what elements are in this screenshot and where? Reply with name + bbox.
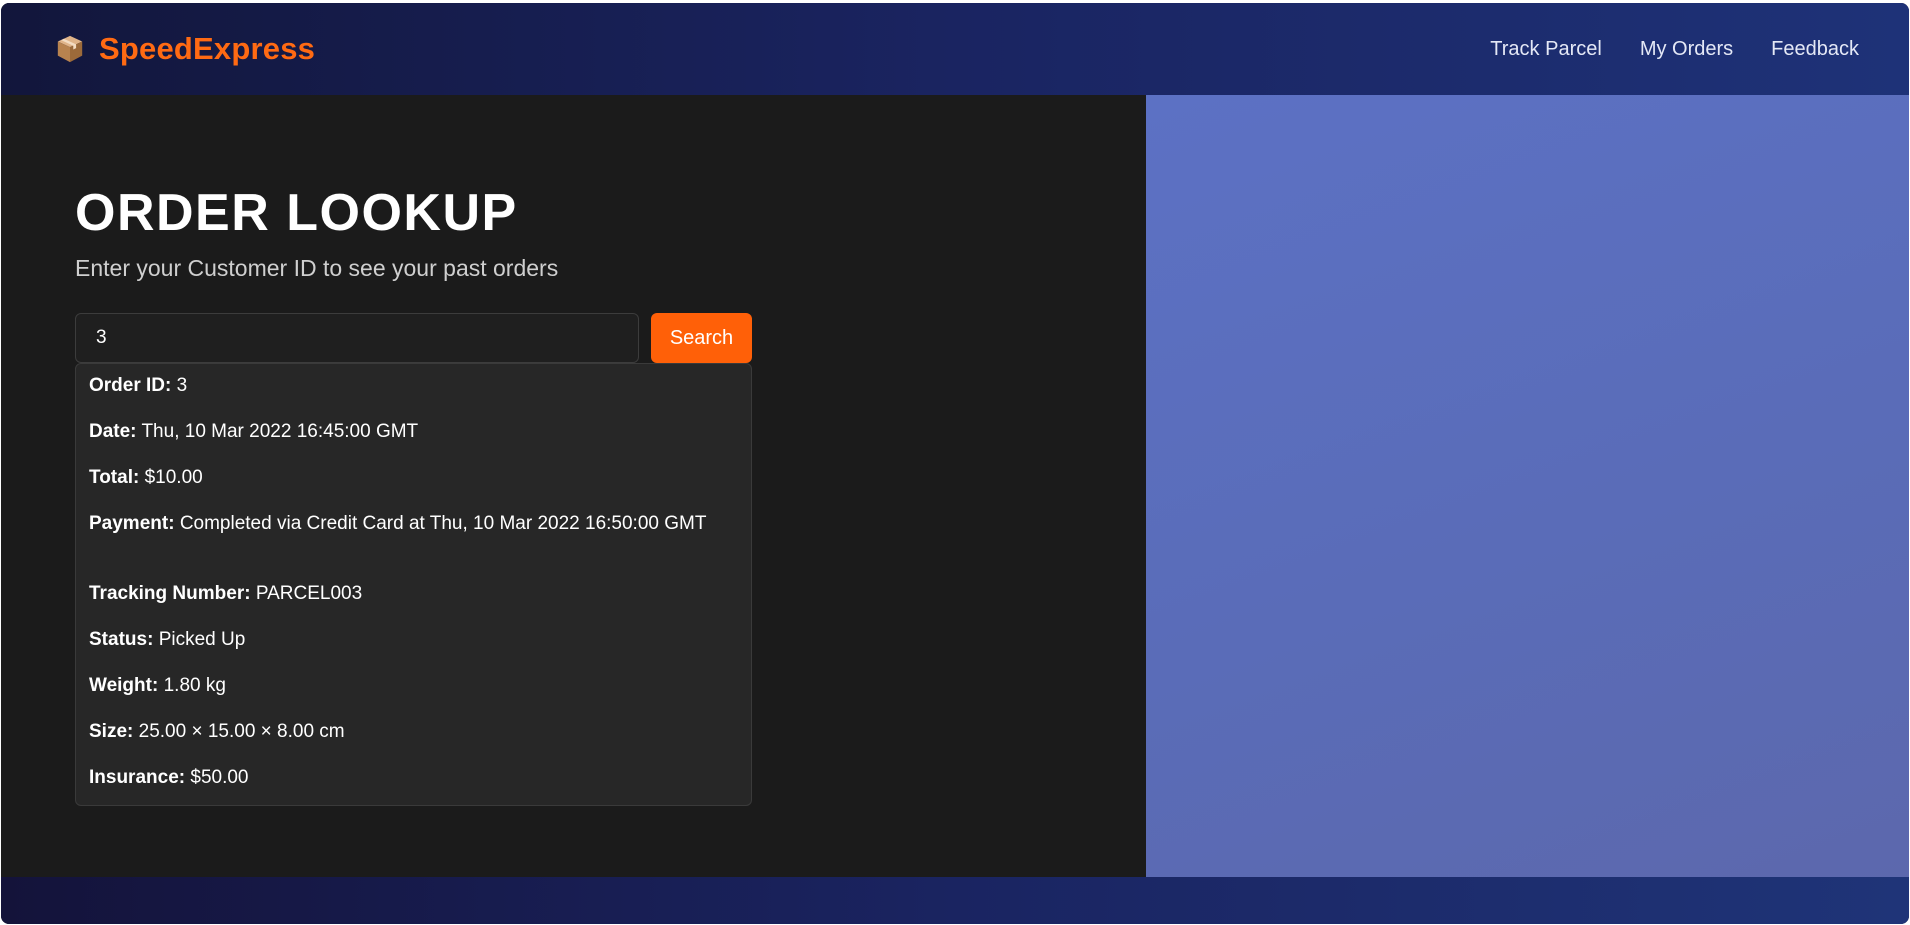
field-value: PARCEL003 bbox=[255, 583, 363, 604]
nav-track-parcel[interactable]: Track Parcel bbox=[1490, 38, 1602, 61]
order-payment-row: Payment: Completed via Credit Card at Th… bbox=[89, 512, 738, 558]
site-footer bbox=[1, 877, 1909, 924]
site-header: SpeedExpress Track Parcel My Orders Feed… bbox=[1, 3, 1909, 95]
nav-my-orders[interactable]: My Orders bbox=[1640, 38, 1733, 61]
field-label: Size: bbox=[89, 721, 134, 742]
field-label: Status: bbox=[89, 629, 154, 650]
field-value: $10.00 bbox=[144, 467, 203, 488]
package-icon bbox=[57, 35, 83, 63]
size-row: Size: 25.00 × 15.00 × 8.00 cm bbox=[89, 720, 738, 766]
lookup-panel: ORDER LOOKUP Enter your Customer ID to s… bbox=[1, 95, 1146, 877]
field-value: Completed via Credit Card at Thu, 10 Mar… bbox=[179, 513, 707, 534]
field-label: Order ID: bbox=[89, 375, 172, 396]
field-label: Total: bbox=[89, 467, 140, 488]
top-nav: Track Parcel My Orders Feedback bbox=[1490, 38, 1859, 61]
field-label: Payment: bbox=[89, 513, 175, 534]
field-label: Tracking Number: bbox=[89, 583, 251, 604]
field-value: 1.80 kg bbox=[163, 675, 226, 696]
weight-row: Weight: 1.80 kg bbox=[89, 674, 738, 720]
brand[interactable]: SpeedExpress bbox=[55, 31, 315, 67]
insurance-row: Insurance: $50.00 bbox=[89, 766, 738, 812]
page-title: ORDER LOOKUP bbox=[75, 184, 518, 242]
order-id-row: Order ID: 3 bbox=[89, 374, 738, 420]
nav-feedback[interactable]: Feedback bbox=[1771, 38, 1859, 61]
status-row: Status: Picked Up bbox=[89, 628, 738, 674]
field-label: Weight: bbox=[89, 675, 159, 696]
order-total-row: Total: $10.00 bbox=[89, 466, 738, 512]
brand-name: SpeedExpress bbox=[99, 31, 316, 66]
field-value: 25.00 × 15.00 × 8.00 cm bbox=[138, 721, 345, 742]
field-label: Date: bbox=[89, 421, 137, 442]
customer-id-input[interactable] bbox=[75, 313, 639, 363]
search-button[interactable]: Search bbox=[651, 313, 752, 363]
field-label: Insurance: bbox=[89, 767, 186, 788]
tracking-number-row: Tracking Number: PARCEL003 bbox=[89, 582, 738, 628]
hero-panel bbox=[1146, 95, 1909, 877]
order-result-card: Order ID: 3 Date: Thu, 10 Mar 2022 16:45… bbox=[75, 363, 752, 806]
order-date-row: Date: Thu, 10 Mar 2022 16:45:00 GMT bbox=[89, 420, 738, 466]
app-window: SpeedExpress Track Parcel My Orders Feed… bbox=[1, 3, 1909, 924]
field-value: $50.00 bbox=[190, 767, 249, 788]
page-subtitle: Enter your Customer ID to see your past … bbox=[75, 255, 559, 281]
field-value: Thu, 10 Mar 2022 16:45:00 GMT bbox=[141, 421, 419, 442]
field-value: Picked Up bbox=[158, 629, 246, 650]
field-value: 3 bbox=[176, 375, 188, 396]
